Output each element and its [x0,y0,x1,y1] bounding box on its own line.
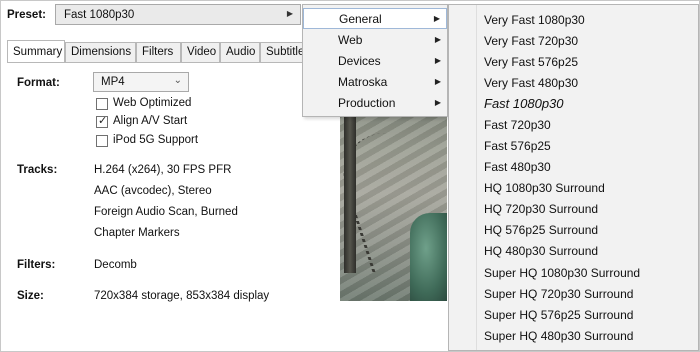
menu-item-general[interactable]: General ▶ [303,8,447,29]
preset-item-super-hq-1080p30-surround[interactable]: Super HQ 1080p30 Surround [484,266,640,280]
preset-item-fast-720p30[interactable]: Fast 720p30 [484,118,551,132]
chevron-right-icon: ▶ [434,77,441,86]
chevron-right-icon: ▶ [286,9,293,18]
chevron-right-icon: ▶ [434,98,441,107]
preview-post [344,103,356,273]
tracks-label: Tracks: [17,164,58,176]
preset-item-very-fast-1080p30[interactable]: Very Fast 1080p30 [484,13,585,27]
tab-video[interactable]: Video [181,42,220,62]
check-icon: ✓ [98,115,108,127]
menu-item-label: Production [338,96,396,110]
menu-item-label: General [339,12,382,26]
handbrake-window: Preset: Fast 1080p30 ▶ Summary Dimension… [0,0,700,352]
preset-item-fast-480p30[interactable]: Fast 480p30 [484,160,551,174]
menu-item-production[interactable]: Production ▶ [303,93,447,114]
tab-subtitle[interactable]: Subtitle [260,42,305,62]
preset-item-super-hq-480p30-surround[interactable]: Super HQ 480p30 Surround [484,329,633,343]
tab-label: Summary [13,46,63,58]
track-item: Chapter Markers [94,227,180,239]
tab-label: Dimensions [71,46,132,58]
preset-item-hq-480p30-surround[interactable]: HQ 480p30 Surround [484,244,598,258]
format-select[interactable]: MP4 ⌄ [93,72,189,92]
size-value: 720x384 storage, 853x384 display [94,290,270,302]
chevron-down-icon: ⌄ [173,75,182,86]
align-av-start-checkbox[interactable]: ✓ [96,115,108,128]
chevron-right-icon: ▶ [433,14,440,23]
menu-gutter [476,5,477,350]
tab-label: Filters [142,46,174,58]
preset-value: Fast 1080p30 [64,9,135,21]
track-item: H.264 (x264), 30 FPS PFR [94,164,232,176]
filters-label: Filters: [17,259,56,271]
tab-summary[interactable]: Summary [7,40,65,63]
track-item: Foreign Audio Scan, Burned [94,206,238,218]
format-value: MP4 [101,76,125,88]
track-item: AAC (avcodec), Stereo [94,185,212,197]
ipod-5g-support-label: iPod 5G Support [113,134,199,146]
preset-item-very-fast-480p30[interactable]: Very Fast 480p30 [484,76,578,90]
size-label: Size: [17,290,44,302]
filters-value: Decomb [94,259,137,271]
tab-label: Audio [226,46,256,58]
preset-item-very-fast-720p30[interactable]: Very Fast 720p30 [484,34,578,48]
general-presets-submenu: Very Fast 1080p30 Very Fast 720p30 Very … [448,4,699,351]
align-av-start-label: Align A/V Start [113,115,188,127]
preview-foliage [410,213,447,301]
web-optimized-checkbox[interactable] [96,98,108,110]
preset-item-super-hq-576p25-surround[interactable]: Super HQ 576p25 Surround [484,308,633,322]
menu-item-label: Devices [338,54,381,68]
tab-label: Subtitle [266,46,305,58]
preset-item-fast-1080p30[interactable]: Fast 1080p30 [484,96,564,111]
tab-dimensions[interactable]: Dimensions [65,42,136,62]
tab-audio[interactable]: Audio [220,42,260,62]
web-optimized-label: Web Optimized [113,97,192,109]
preset-item-very-fast-576p25[interactable]: Very Fast 576p25 [484,55,578,69]
menu-item-devices[interactable]: Devices ▶ [303,51,447,72]
preset-category-menu: General ▶ Web ▶ Devices ▶ Matroska ▶ Pro… [302,4,448,117]
menu-item-label: Web [338,33,363,47]
tab-label: Video [187,46,217,58]
preset-label: Preset: [7,9,46,21]
menu-item-label: Matroska [338,75,388,89]
chevron-right-icon: ▶ [434,56,441,65]
preset-item-fast-576p25[interactable]: Fast 576p25 [484,139,551,153]
chevron-right-icon: ▶ [434,35,441,44]
preset-item-super-hq-720p30-surround[interactable]: Super HQ 720p30 Surround [484,287,633,301]
preset-item-hq-720p30-surround[interactable]: HQ 720p30 Surround [484,202,598,216]
tab-filters[interactable]: Filters [136,42,181,62]
preset-item-hq-576p25-surround[interactable]: HQ 576p25 Surround [484,223,598,237]
ipod-5g-support-checkbox[interactable] [96,135,108,147]
format-label: Format: [17,77,60,89]
menu-item-matroska[interactable]: Matroska ▶ [303,72,447,93]
preset-item-hq-1080p30-surround[interactable]: HQ 1080p30 Surround [484,181,605,195]
preset-dropdown[interactable]: Fast 1080p30 ▶ [55,4,301,25]
menu-item-web[interactable]: Web ▶ [303,30,447,51]
